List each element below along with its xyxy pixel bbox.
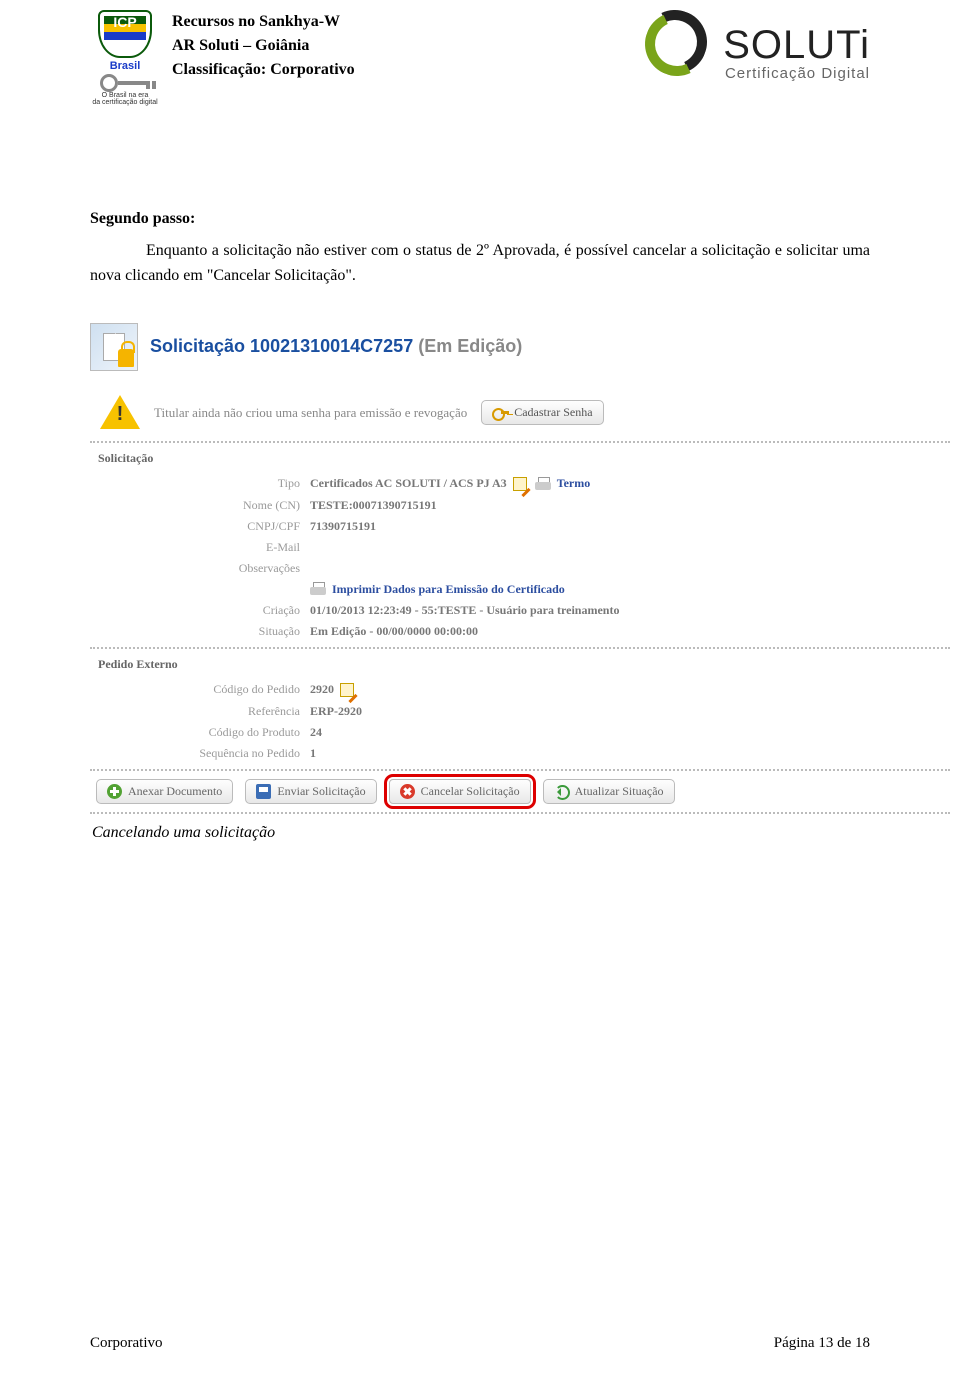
header-classification: Classificação: Corporativo (172, 58, 631, 82)
divider (90, 769, 950, 771)
value-criacao: 01/10/2013 12:23:49 - 55:TESTE - Usuário… (310, 603, 619, 618)
print-icon[interactable] (535, 477, 551, 491)
print-data-link[interactable]: Imprimir Dados para Emissão do Certifica… (332, 582, 565, 597)
send-request-button[interactable]: Enviar Solicitação (245, 779, 376, 804)
page-footer: Corporativo Página 13 de 18 (90, 1335, 870, 1352)
refresh-icon (554, 784, 569, 799)
soluti-logo: SOLUTi Certificação Digital (643, 10, 870, 80)
body-text: Segundo passo: Enquanto a solicitação nã… (90, 206, 870, 289)
header-meta: Recursos no Sankhya-W AR Soluti – Goiâni… (172, 10, 631, 82)
attach-document-button[interactable]: Anexar Documento (96, 779, 233, 804)
step-paragraph: Enquanto a solicitação não estiver com o… (90, 238, 870, 289)
label-nome: Nome (CN) (90, 498, 300, 513)
app-screenshot: Solicitação 10021310014C7257 (Em Edição)… (90, 323, 950, 814)
cancel-request-button[interactable]: Cancelar Solicitação (389, 779, 531, 804)
label-situacao: Situação (90, 624, 300, 639)
plus-icon (107, 784, 122, 799)
label-cnpj: CNPJ/CPF (90, 519, 300, 534)
divider (90, 441, 950, 443)
icp-tagline-1: O Brasil na era (90, 92, 160, 99)
print-icon[interactable] (310, 582, 326, 596)
warning-text: Titular ainda não criou uma senha para e… (154, 405, 467, 421)
label-email: E-Mail (90, 540, 300, 555)
save-icon (256, 784, 271, 799)
key-icon (492, 408, 508, 418)
divider (90, 647, 950, 649)
value-nome: TESTE:00071390715191 (310, 498, 437, 513)
figure-caption: Cancelando uma solicitação (92, 824, 870, 842)
value-codigo-pedido: 2920 (310, 682, 334, 697)
label-codigo-pedido: Código do Pedido (90, 682, 300, 697)
request-title: Solicitação 10021310014C7257 (Em Edição) (150, 336, 522, 357)
document-header: ICP Brasil O Brasil na era da certificaç… (90, 10, 870, 106)
register-password-button[interactable]: Cadastrar Senha (481, 400, 603, 425)
edit-icon[interactable] (513, 476, 529, 492)
section-pedido: Pedido Externo (98, 657, 950, 672)
divider (90, 812, 950, 814)
label-criacao: Criação (90, 603, 300, 618)
label-obs: Observações (90, 561, 300, 576)
label-tipo: Tipo (90, 476, 300, 491)
soluti-wordmark: SOLUTi Certificação Digital (723, 23, 870, 68)
termo-link[interactable]: Termo (557, 476, 591, 491)
value-cnpj: 71390715191 (310, 519, 376, 534)
warning-icon (100, 395, 140, 431)
soluti-subtitle: Certificação Digital (725, 65, 870, 82)
soluti-swirl-icon (643, 10, 713, 80)
header-title: Recursos no Sankhya-W (172, 10, 631, 34)
step-heading: Segundo passo: (90, 210, 195, 227)
action-toolbar: Anexar Documento Enviar Solicitação Canc… (96, 779, 950, 804)
value-sequencia: 1 (310, 746, 316, 761)
section-solicitacao: Solicitação (98, 451, 950, 466)
icp-brasil-logo: ICP Brasil O Brasil na era da certificaç… (90, 10, 160, 106)
label-referencia: Referência (90, 704, 300, 719)
icp-country: Brasil (90, 60, 160, 72)
value-referencia: ERP-2920 (310, 704, 362, 719)
value-codigo-produto: 24 (310, 725, 322, 740)
cancel-icon (400, 784, 415, 799)
label-sequencia: Sequência no Pedido (90, 746, 300, 761)
icp-tagline-2: da certificação digital (90, 99, 160, 106)
icp-shield-text: ICP (100, 14, 150, 30)
header-subtitle: AR Soluti – Goiânia (172, 34, 631, 58)
footer-left: Corporativo (90, 1335, 163, 1352)
value-situacao: Em Edição - 00/00/0000 00:00:00 (310, 624, 478, 639)
footer-page: Página 13 de 18 (774, 1335, 870, 1352)
refresh-status-button[interactable]: Atualizar Situação (543, 779, 675, 804)
label-codigo-produto: Código do Produto (90, 725, 300, 740)
edit-icon[interactable] (340, 682, 356, 698)
request-lock-icon (90, 323, 138, 371)
value-tipo: Certificados AC SOLUTI / ACS PJ A3 (310, 476, 507, 491)
